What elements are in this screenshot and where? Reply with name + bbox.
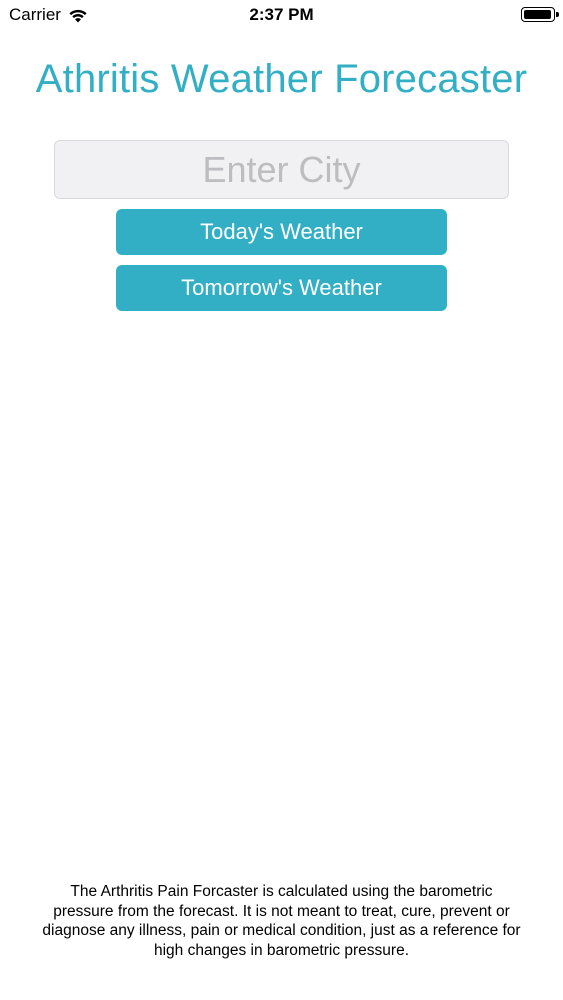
todays-weather-button[interactable]: Today's Weather — [116, 209, 447, 255]
battery-container — [521, 7, 559, 22]
battery-icon — [521, 7, 559, 22]
page-title: Athritis Weather Forecaster — [35, 57, 528, 101]
battery-tip — [556, 12, 559, 17]
status-time: 2:37 PM — [249, 5, 314, 24]
status-bar: Carrier 2:37 PM — [0, 0, 563, 30]
disclaimer-text: The Arthritis Pain Forcaster is calculat… — [42, 883, 521, 959]
battery-fill — [524, 10, 551, 19]
app-screen: Carrier 2:37 PM Athritis Weather Forecas… — [0, 0, 563, 1000]
tomorrows-weather-button[interactable]: Tomorrow's Weather — [116, 265, 447, 311]
city-search-input[interactable] — [54, 140, 509, 199]
